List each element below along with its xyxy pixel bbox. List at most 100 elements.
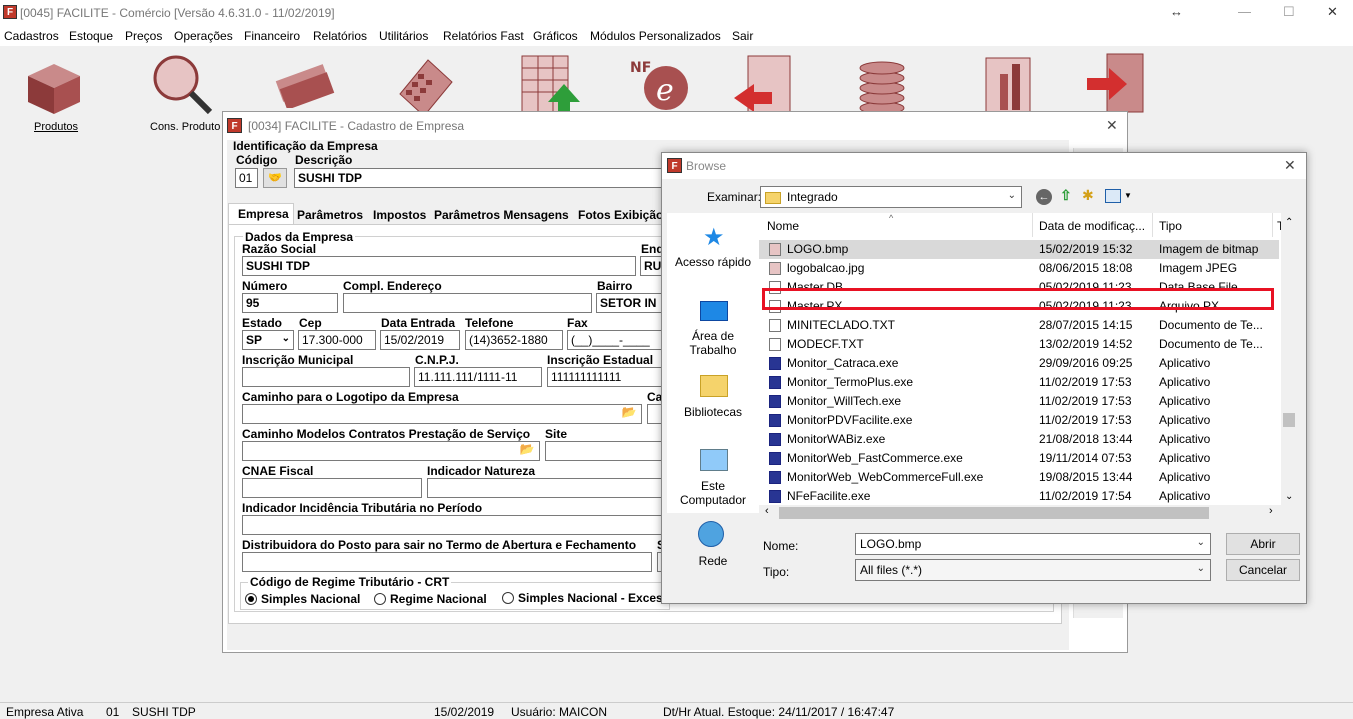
scroll-down-icon[interactable]: ⌄ (1285, 491, 1293, 502)
file-row[interactable]: MonitorWABiz.exe 21/08/2018 13:44 Aplicati… (759, 430, 1279, 449)
crt-regime-label[interactable]: Regime Nacional (390, 592, 487, 606)
crt-simples-label[interactable]: Simples Nacional (261, 592, 360, 606)
cnae-field[interactable] (242, 478, 422, 498)
scroll-left-icon[interactable]: ‹ (765, 505, 769, 517)
maximize-button[interactable]: ☐ (1283, 4, 1295, 20)
menu-relatorios[interactable]: Relatórios (313, 29, 367, 43)
menu-cadastros[interactable]: Cadastros (4, 29, 59, 43)
col-data[interactable]: Data de modificaç... (1039, 219, 1145, 233)
insc-est-field[interactable]: 111111111111 (547, 367, 664, 387)
scroll-thumb[interactable] (1283, 413, 1295, 427)
tipo-combo[interactable]: All files (*.*) ⌄ (855, 559, 1211, 581)
h-scroll-thumb[interactable] (779, 507, 1209, 519)
descricao-field[interactable]: SUSHI TDP (294, 168, 674, 188)
place-area-trabalho[interactable]: Área de Trabalho (667, 329, 759, 357)
file-row[interactable]: Monitor_Catraca.exe 29/09/2016 09:25 Aplic… (759, 354, 1279, 373)
magnifier-icon[interactable] (150, 52, 214, 116)
report-icon[interactable] (980, 54, 1044, 118)
estado-select[interactable]: SP ⌄ (242, 330, 294, 350)
compl-field[interactable] (343, 293, 592, 313)
col-nome[interactable]: Nome (767, 219, 799, 233)
file-row[interactable]: MonitorWeb_FastCommerce.exe 19/11/2014 07… (759, 449, 1279, 468)
bairro-field[interactable]: SETOR IN (596, 293, 664, 313)
abrir-button[interactable]: Abrir (1226, 533, 1300, 555)
file-row[interactable]: Monitor_WillTech.exe 11/02/2019 17:53 Apli… (759, 392, 1279, 411)
ind-inc-field[interactable] (242, 515, 664, 535)
browse-close-button[interactable]: ✕ (1284, 157, 1296, 174)
folder-combo[interactable]: Integrado ⌄ (760, 186, 1022, 208)
scroll-right-icon[interactable]: › (1269, 505, 1273, 517)
file-row[interactable]: MINITECLADO.TXT 28/07/2015 14:15 Documento… (759, 316, 1279, 335)
new-folder-icon[interactable]: ✱ (1082, 187, 1094, 204)
site-field[interactable] (545, 441, 664, 461)
minimize-button[interactable]: — (1238, 4, 1251, 19)
codigo-field[interactable]: 01 (235, 168, 258, 188)
col-tipo[interactable]: Tipo (1159, 219, 1182, 233)
tab-parametros[interactable]: Parâmetros (297, 208, 363, 222)
menu-operacoes[interactable]: Operações (174, 29, 233, 43)
produtos-label[interactable]: Produtos (34, 121, 78, 133)
file-row[interactable]: LOGO.bmp 15/02/2019 15:32 Imagem de bitmap (759, 240, 1279, 259)
cnpj-field[interactable]: 11.111.111/1111-11 (414, 367, 542, 387)
file-row[interactable]: MonitorWeb_WebCommerceFull.exe 19/08/2015… (759, 468, 1279, 487)
place-este-computador[interactable]: Este Computador (667, 479, 759, 507)
cadastro-close-button[interactable]: ✕ (1106, 117, 1118, 134)
tab-impostos[interactable]: Impostos (373, 208, 426, 222)
file-row[interactable]: MonitorPDVFacilite.exe 11/02/2019 17:53 Ap… (759, 411, 1279, 430)
crt-regime-radio[interactable] (374, 593, 386, 605)
place-bibliotecas[interactable]: Bibliotecas (667, 405, 759, 419)
logo-path-field[interactable] (242, 404, 642, 424)
menu-relatorios-fast[interactable]: Relatórios Fast (443, 29, 524, 43)
ind-nat-field[interactable] (427, 478, 664, 498)
contratos-field[interactable] (242, 441, 540, 461)
razao-field[interactable]: SUSHI TDP (242, 256, 636, 276)
up-folder-icon[interactable]: ⇧ (1060, 187, 1072, 204)
cons-produto-label[interactable]: Cons. Produto (150, 121, 220, 133)
menu-estoque[interactable]: Estoque (69, 29, 113, 43)
tab-empresa[interactable]: Empresa (238, 207, 289, 221)
folder-open-icon-2[interactable]: 📂 (516, 442, 538, 460)
scroll-up-icon[interactable]: ⌃ (1285, 217, 1293, 228)
tab-parametros-mensagens[interactable]: Parâmetros Mensagens (434, 208, 569, 222)
cep-field[interactable]: 17.300-000 (298, 330, 376, 350)
place-acesso-rapido[interactable]: Acesso rápido (667, 255, 759, 269)
handshake-icon[interactable]: 🤝 (263, 168, 287, 188)
crt-simples-radio[interactable] (245, 593, 257, 605)
spreadsheet-up-icon[interactable] (518, 54, 582, 118)
numero-field[interactable]: 95 (242, 293, 338, 313)
resize-icon[interactable]: ↔ (1170, 4, 1183, 19)
menu-modulos[interactable]: Módulos Personalizados (590, 29, 721, 43)
v-scrollbar[interactable]: ⌃ ⌄ (1281, 213, 1298, 505)
menu-utilitarios[interactable]: Utilitários (379, 29, 428, 43)
nfe-icon[interactable]: e NF (628, 52, 692, 116)
produtos-box-icon[interactable] (22, 54, 86, 118)
telefone-field[interactable]: (14)3652-1880 (465, 330, 563, 350)
crt-excesso-radio[interactable] (502, 592, 514, 604)
distrib-field[interactable] (242, 552, 652, 572)
menu-financeiro[interactable]: Financeiro (244, 29, 300, 43)
insc-mun-field[interactable] (242, 367, 410, 387)
file-row[interactable]: MODECF.TXT 13/02/2019 14:52 Documento de T… (759, 335, 1279, 354)
file-row[interactable]: NFeFacilite.exe 11/02/2019 17:54 Aplicativ… (759, 487, 1279, 506)
close-button[interactable]: ✕ (1327, 4, 1338, 20)
coins-icon[interactable] (850, 52, 914, 116)
cancelar-button[interactable]: Cancelar (1226, 559, 1300, 581)
file-row[interactable]: Monitor_TermoPlus.exe 11/02/2019 17:53 Apl… (759, 373, 1279, 392)
spreadsheet-left-icon[interactable] (732, 54, 796, 118)
folder-open-icon[interactable]: 📂 (618, 405, 640, 423)
nome-combo[interactable]: LOGO.bmp ⌄ (855, 533, 1211, 555)
menu-precos[interactable]: Preços (125, 29, 162, 43)
calculator-icon[interactable] (392, 54, 456, 118)
view-chevron-icon[interactable]: ▼ (1124, 191, 1132, 200)
exit-door-icon[interactable] (1085, 52, 1149, 116)
menu-sair[interactable]: Sair (732, 29, 753, 43)
fax-field[interactable]: (__)____-____ (567, 330, 664, 350)
tab-fotos-exibicao[interactable]: Fotos Exibição (578, 208, 663, 222)
crt-excesso-label[interactable]: Simples Nacional - Exces (518, 591, 663, 605)
data-entrada-field[interactable]: 15/02/2019 (380, 330, 460, 350)
back-icon[interactable]: ← (1036, 189, 1052, 205)
file-row[interactable]: logobalcao.jpg 08/06/2015 18:08 Imagem JPE… (759, 259, 1279, 278)
place-rede[interactable]: Rede (667, 554, 759, 568)
menu-graficos[interactable]: Gráficos (533, 29, 578, 43)
h-scrollbar[interactable]: ‹ › (759, 505, 1281, 521)
